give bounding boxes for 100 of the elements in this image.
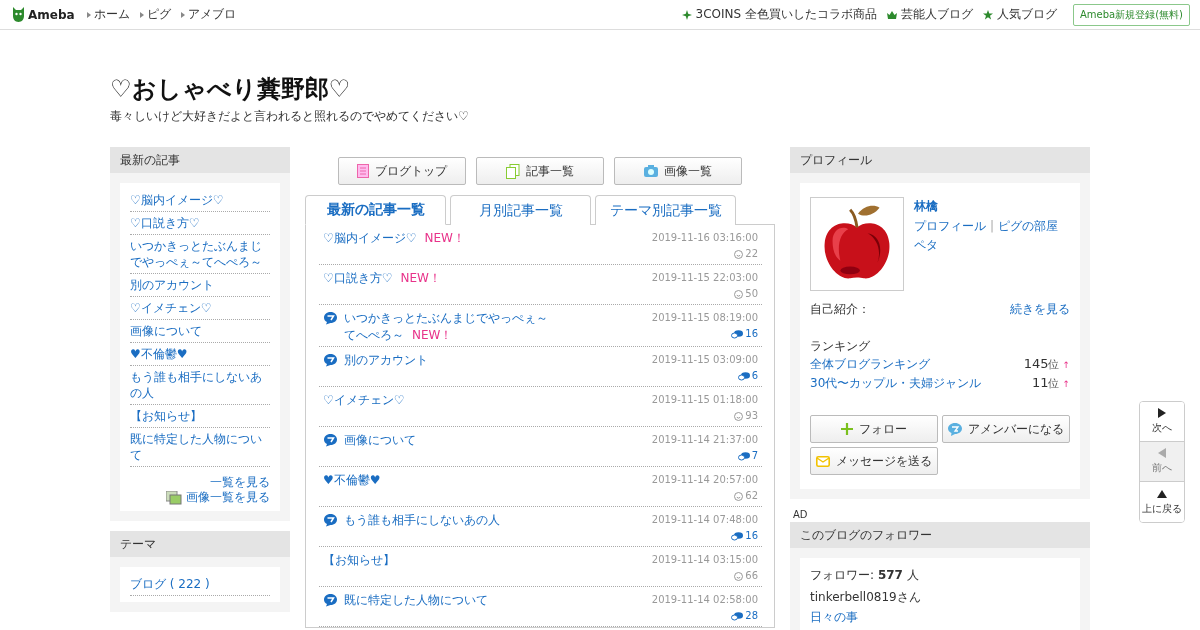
header-link[interactable]: 3COINS 全色買いしたコラボ商品 — [695, 6, 877, 23]
smiley-icon — [734, 289, 744, 299]
recent-article-link[interactable]: 画像について — [130, 320, 270, 343]
profile-action-button[interactable]: フォロー — [810, 415, 938, 443]
nav-link[interactable]: ホーム — [93, 6, 130, 23]
blog-title: ♡おしゃべり糞野郎♡ — [110, 74, 352, 104]
rank-unit: 位 — [1048, 377, 1060, 390]
comment-icon — [731, 611, 744, 621]
recent-article-link[interactable]: ♥不倫鬱♥ — [130, 343, 270, 366]
article-link[interactable]: もう誰も相手にしないあの人 — [344, 512, 500, 529]
reaction-count: 28 — [745, 609, 758, 623]
document-icon — [357, 164, 369, 178]
panel-heading: 最新の記事 — [110, 147, 290, 173]
play-icon — [1157, 408, 1167, 418]
article-date: 2019-11-14 07:48:00 — [651, 513, 758, 527]
article-date: 2019-11-14 21:37:00 — [651, 433, 758, 447]
header-link[interactable]: 人気ブログ — [997, 6, 1057, 23]
panel-heading: このブログのフォロワー — [790, 522, 1090, 548]
recent-article-link[interactable]: 別のアカウント — [130, 274, 270, 297]
logo-icon — [12, 7, 25, 22]
reaction-count: 62 — [745, 489, 758, 503]
amember-icon — [323, 311, 338, 325]
view-all-link[interactable]: 一覧を見る — [130, 475, 270, 490]
blog-description: 毒々しいけど大好きだよと言われると照れるのでやめてください♡ — [110, 108, 470, 125]
panel-heading: プロフィール — [790, 147, 1090, 173]
profile-name[interactable]: 林檎 — [914, 197, 1059, 215]
page-nav-button[interactable]: 次へ — [1140, 402, 1184, 442]
ranking-link[interactable]: 30代〜カップル・夫婦ジャンル — [810, 375, 982, 392]
tab[interactable]: テーマ別記事一覧 — [595, 195, 736, 225]
reaction-count: 16 — [745, 327, 758, 341]
nav-button[interactable]: ブログトップ — [338, 157, 466, 185]
separator: | — [990, 219, 995, 233]
recent-article-link[interactable]: ♡イメチェン♡ — [130, 297, 270, 320]
ad-label: AD — [793, 509, 809, 520]
article-link[interactable]: 既に特定した人物について — [344, 592, 488, 609]
article-date: 2019-11-15 08:19:00 — [651, 311, 758, 325]
header-link[interactable]: 芸能人ブログ — [901, 6, 973, 23]
register-button[interactable]: Ameba新規登録(無料) — [1073, 3, 1190, 26]
caret-icon — [139, 11, 144, 18]
plus-icon — [841, 423, 853, 435]
article-date: 2019-11-15 22:03:00 — [651, 271, 758, 285]
nav-link[interactable]: ピグ — [146, 6, 171, 23]
up-icon — [1157, 488, 1167, 499]
crown-icon — [887, 9, 897, 20]
smiley-icon — [734, 491, 744, 501]
article-link[interactable]: ♥不倫鬱♥ — [323, 472, 381, 489]
nav-link[interactable]: アメブロ — [187, 6, 236, 23]
profile-link[interactable]: ピグの部屋 — [998, 219, 1059, 233]
recent-article-link[interactable]: 【お知らせ】 — [130, 405, 270, 428]
article-link[interactable]: ♡イメチェン♡ — [323, 392, 405, 409]
reaction-count: 22 — [745, 247, 758, 261]
profile-link[interactable]: プロフィール — [914, 219, 986, 233]
image-list-link[interactable]: 画像一覧を見る — [186, 490, 270, 505]
article-link[interactable]: いつかきっとたぶんまじでやっぺぇ～てへぺろ～ NEW！ — [344, 310, 553, 344]
ameba-logo[interactable]: Ameba — [12, 7, 75, 22]
rank-unit: 位 — [1048, 358, 1060, 371]
logo-text: Ameba — [28, 7, 75, 22]
peta-link[interactable]: ペタ — [914, 238, 938, 252]
envelope-icon — [816, 455, 830, 467]
recent-article-link[interactable]: いつかきっとたぶんまじでやっぺぇ～てへぺろ～ — [130, 235, 270, 274]
article-link[interactable]: ♡口説き方♡ NEW！ — [323, 270, 441, 287]
profile-action-button[interactable]: メッセージを送る — [810, 447, 938, 475]
recent-article-link[interactable]: 既に特定した人物について — [130, 428, 270, 467]
article-date: 2019-11-14 03:15:00 — [651, 553, 758, 567]
comment-icon — [731, 531, 744, 541]
article-date: 2019-11-15 01:18:00 — [651, 393, 758, 407]
recent-article-link[interactable]: もう誰も相手にしないあの人 — [130, 366, 270, 405]
profile-action-button[interactable]: アメンバーになる — [942, 415, 1070, 443]
follower-blog-link[interactable]: 日々の事 — [810, 610, 858, 624]
tab[interactable]: 月別記事一覧 — [450, 195, 591, 225]
recent-article-link[interactable]: ♡脳内イメージ♡ — [130, 189, 270, 212]
comment-icon — [737, 371, 750, 381]
rank-arrow: ↑ — [1062, 379, 1070, 389]
intro-label: 自己紹介： — [810, 301, 870, 318]
comment-icon — [731, 329, 744, 339]
reaction-count: 93 — [745, 409, 758, 423]
article-link[interactable]: ♡脳内イメージ♡ NEW！ — [323, 230, 465, 247]
reaction-count: 16 — [745, 529, 758, 543]
recent-article-link[interactable]: ♡口説き方♡ — [130, 212, 270, 235]
article-date: 2019-11-14 20:57:00 — [651, 473, 758, 487]
comment-icon — [737, 451, 750, 461]
sparkle-icon — [681, 9, 692, 20]
read-more-link[interactable]: 続きを見る — [1010, 301, 1070, 318]
panel-heading: テーマ — [110, 531, 290, 557]
follower-name: tinkerbell0819さん — [810, 589, 922, 606]
article-link[interactable]: 【お知らせ】 — [323, 552, 395, 569]
caret-icon — [86, 11, 91, 18]
nav-button[interactable]: 記事一覧 — [476, 157, 604, 185]
amember-icon — [323, 593, 338, 607]
article-link[interactable]: 画像について — [344, 432, 416, 449]
nav-button[interactable]: 画像一覧 — [614, 157, 742, 185]
tab[interactable]: 最新の記事一覧 — [305, 195, 446, 225]
camera-icon — [644, 165, 658, 177]
rank-arrow: ↑ — [1062, 360, 1070, 370]
image-gallery-icon — [166, 490, 182, 505]
article-date: 2019-11-14 02:58:00 — [651, 593, 758, 607]
rank-value: 145 — [1023, 356, 1049, 371]
back-icon — [1157, 448, 1167, 458]
article-link[interactable]: 別のアカウント — [344, 352, 428, 369]
ranking-link[interactable]: 全体ブログランキング — [810, 356, 930, 373]
